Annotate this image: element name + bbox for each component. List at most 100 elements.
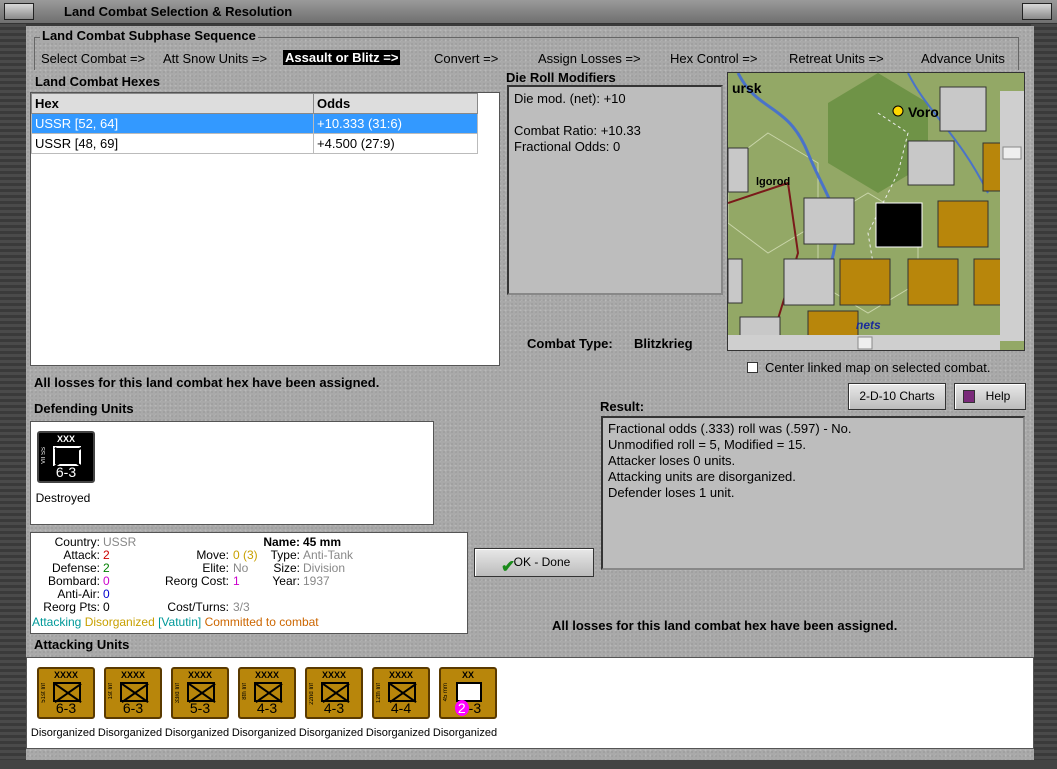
result-line: Attacker loses 0 units. xyxy=(608,453,736,468)
map-label-donets: nets xyxy=(856,318,881,332)
move-label: Move: xyxy=(196,548,229,562)
unit-strength: 4-3 xyxy=(323,700,345,716)
unit-size: XXXX xyxy=(388,670,413,680)
close-button[interactable] xyxy=(1022,3,1052,20)
status-committed: Committed to combat xyxy=(204,615,319,629)
unit-strength: 6-3 xyxy=(122,700,144,716)
status-bottom: All losses for this land combat hex have… xyxy=(552,618,898,633)
unit-move: -3 xyxy=(468,700,482,716)
hex-cell[interactable]: USSR [48, 69] xyxy=(31,133,314,154)
defending-unit-counter[interactable]: XXX VII SS 6-3 xyxy=(37,431,95,483)
attacking-unit-counter[interactable]: XXXX 1st Inf 6-3 xyxy=(104,667,162,719)
odds-cell[interactable]: +4.500 (27:9) xyxy=(313,133,478,154)
elite-label: Elite: xyxy=(202,561,229,575)
right-frame xyxy=(1031,24,1057,764)
attacking-unit-status: Disorganized xyxy=(164,727,230,739)
attacking-unit-status: Disorganized xyxy=(365,727,431,739)
help-label: Help xyxy=(985,389,1011,403)
attacking-unit-status: Disorganized xyxy=(30,727,96,739)
unit-size: XXXX xyxy=(53,670,78,680)
attacking-unit-counter[interactable]: XXXX 22nd Inf 4-3 xyxy=(305,667,363,719)
left-frame xyxy=(0,24,26,764)
result-line: Defender loses 1 unit. xyxy=(608,485,735,500)
infantry-symbol-icon xyxy=(254,682,282,702)
size-value: Division xyxy=(303,561,346,575)
name-value: 45 mm xyxy=(303,535,342,549)
attacking-unit-counter[interactable]: XXXX 51st Inf 6-3 xyxy=(37,667,95,719)
table-row[interactable]: USSR [48, 69] +4.500 (27:9) xyxy=(31,133,478,154)
attacking-unit-counter[interactable]: XXXX 12th Inf 4-4 xyxy=(372,667,430,719)
die-mod-net: Die mod. (net): +10 xyxy=(514,91,626,106)
window: Land Combat Selection & Resolution Land … xyxy=(0,0,1057,769)
charts-button[interactable]: 2-D-10 Charts xyxy=(848,383,946,410)
center-map-label: Center linked map on selected combat. xyxy=(765,360,991,375)
bombard-label: Bombard: xyxy=(47,574,100,588)
attacking-unit-status: Disorganized xyxy=(97,727,163,739)
attack-label: Attack: xyxy=(63,548,100,562)
unit-status-line: Attacking Disorganized [Vatutin] Committ… xyxy=(32,615,319,629)
table-row[interactable]: USSR [52, 64] +10.333 (31:6) xyxy=(31,113,478,134)
hex-cell[interactable]: USSR [52, 64] xyxy=(31,113,314,134)
attacking-unit-counter[interactable]: XXXX 33rd Inf 5-3 xyxy=(171,667,229,719)
infantry-symbol-icon xyxy=(187,682,215,702)
title-bar[interactable]: Land Combat Selection & Resolution xyxy=(0,0,1057,24)
attacking-unit-counter[interactable]: XXXX 8th Inf 4-3 xyxy=(238,667,296,719)
result-line: Attacking units are disorganized. xyxy=(608,469,796,484)
result-line: Unmodified roll = 5, Modified = 15. xyxy=(608,437,806,452)
map-label-voronezh: Voro xyxy=(908,104,939,120)
ok-done-button[interactable]: ✔ OK - Done xyxy=(474,548,594,577)
year-label: Year: xyxy=(272,574,300,588)
phase-group-title: Land Combat Subphase Sequence xyxy=(40,28,258,43)
result-title: Result: xyxy=(600,399,645,414)
unit-name: VII SS xyxy=(41,447,47,465)
unit-size: XX xyxy=(461,670,474,680)
result-panel: Fractional odds (.333) roll was (.597) -… xyxy=(601,416,1025,570)
infantry-symbol-icon xyxy=(120,682,148,702)
center-map-checkbox[interactable] xyxy=(747,362,758,373)
unit-size: XXXX xyxy=(120,670,145,680)
country-value: USSR xyxy=(103,535,137,549)
unit-name: 8th Inf xyxy=(242,683,248,700)
phase-convert[interactable]: Convert => xyxy=(434,51,498,66)
phase-assign-losses[interactable]: Assign Losses => xyxy=(538,51,641,66)
column-header-odds[interactable]: Odds xyxy=(313,93,478,114)
checkmark-icon: ✔ xyxy=(501,557,516,576)
country-label: Country: xyxy=(54,535,100,549)
phase-select-combat[interactable]: Select Combat => xyxy=(41,51,145,66)
column-header-hex[interactable]: Hex xyxy=(31,93,314,114)
anti-tank-symbol-icon xyxy=(456,682,482,702)
infantry-symbol-icon xyxy=(321,682,349,702)
linked-map[interactable]: ursk Voro lgorod nets xyxy=(727,72,1025,351)
hexes-table: Hex Odds USSR [52, 64] +10.333 (31:6) US… xyxy=(31,93,478,154)
phase-advance-units[interactable]: Advance Units xyxy=(921,51,1005,66)
bottom-frame xyxy=(0,760,1057,769)
hexes-title: Land Combat Hexes xyxy=(35,74,160,89)
odds-cell[interactable]: +10.333 (31:6) xyxy=(313,113,478,134)
unit-strength: 6-3 xyxy=(55,700,77,716)
ok-done-label: OK - Done xyxy=(513,555,571,569)
antiair-value: 0 xyxy=(103,587,110,601)
help-button[interactable]: Help xyxy=(954,383,1026,410)
phase-att-snow-units[interactable]: Att Snow Units => xyxy=(163,51,267,66)
reorg-cost-label: Reorg Cost: xyxy=(164,574,229,588)
reorg-cost-value: 1 xyxy=(233,574,240,588)
hexes-list[interactable]: Hex Odds USSR [52, 64] +10.333 (31:6) US… xyxy=(30,92,500,366)
attacking-title: Attacking Units xyxy=(34,637,130,652)
status-disorganized: Disorganized xyxy=(84,615,155,629)
phase-hex-control[interactable]: Hex Control => xyxy=(670,51,757,66)
attacking-unit-counter[interactable]: XX 45 mm 2 -3 xyxy=(439,667,497,719)
phase-assault-or-blitz[interactable]: Assault or Blitz => xyxy=(283,50,401,65)
defending-title: Defending Units xyxy=(34,401,134,416)
size-label: Size: xyxy=(273,561,300,575)
attack-value: 2 xyxy=(103,548,110,562)
unit-strength: 4-4 xyxy=(390,700,412,716)
type-value: Anti-Tank xyxy=(303,548,354,562)
infantry-symbol-icon xyxy=(388,682,416,702)
map-canvas[interactable]: ursk Voro lgorod nets xyxy=(728,73,1025,351)
status-attacking: Attacking xyxy=(32,615,82,629)
reorg-pts-label: Reorg Pts: xyxy=(43,600,100,614)
reorg-pts-value: 0 xyxy=(103,600,110,614)
phase-retreat-units[interactable]: Retreat Units => xyxy=(789,51,884,66)
attacking-unit-status: Disorganized xyxy=(298,727,364,739)
system-menu-button[interactable] xyxy=(4,3,34,20)
